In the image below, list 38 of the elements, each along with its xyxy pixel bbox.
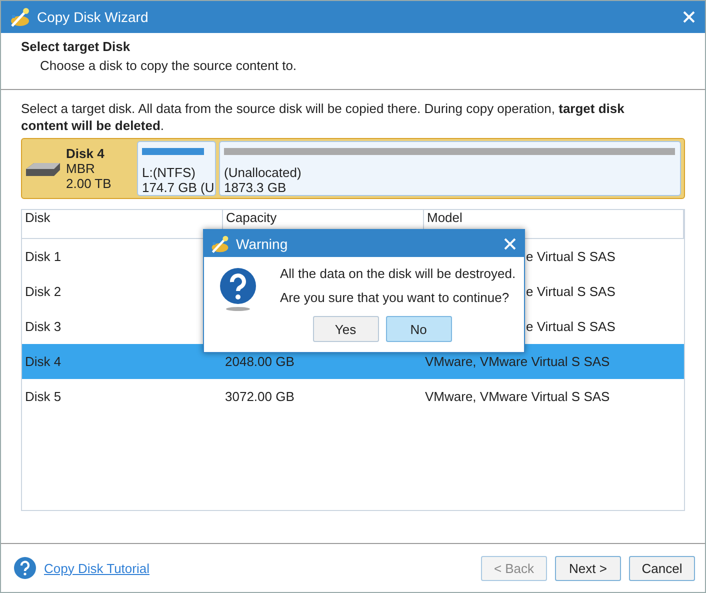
dialog-button[interactable]: Yes (312, 316, 378, 342)
wizard-button[interactable]: Next > (555, 556, 621, 580)
wand-icon (9, 6, 31, 28)
partition-block[interactable]: (Unallocated) 1873.3 GB (219, 141, 681, 196)
partition-bar (142, 148, 204, 155)
disk-size: 2.00 TB (66, 176, 112, 191)
table-cell-text: Disk 1 (24, 249, 62, 264)
step-subtitle: Choose a disk to copy the source content to. (40, 58, 298, 73)
tutorial-link[interactable]: Copy Disk Tutorial (44, 560, 150, 576)
instruction-text: Select a target disk. All data from the source disk will be copied there. During copy operation, target disk content will be deleted. (21, 100, 626, 134)
question-icon (218, 268, 258, 312)
partition-label: L:(NTFS) (142, 165, 196, 180)
table-row[interactable]: Disk 5 3072.00 GB VMware, VMware Virtual S SAS (22, 379, 684, 414)
partition-size: 1873.3 GB (224, 180, 288, 195)
dialog-message: All the data on the disk will be destroyed. (280, 266, 516, 281)
disk-name: Disk 4 (66, 146, 106, 161)
close-icon[interactable] (683, 11, 695, 23)
close-icon[interactable] (504, 238, 516, 250)
dialog-title: Warning (236, 236, 288, 252)
table-cell-text: Disk 4 (24, 354, 62, 369)
disk-type: MBR (66, 161, 96, 176)
table-cell-text: VMware, VMware Virtual S SAS (424, 389, 611, 404)
partition-block[interactable]: L:(NTFS) 174.7 GB (U (137, 141, 216, 196)
hard-drive-icon (26, 160, 60, 176)
help-icon[interactable] (14, 557, 36, 579)
disk-map-card[interactable]: Disk 4 MBR 2.00 TB L:(NTFS) 174.7 GB (U (Unallocated) 1873.3 GB (21, 138, 685, 199)
wizard-button[interactable]: Cancel (629, 556, 695, 580)
table-cell-text: 3072.00 GB (224, 389, 296, 404)
step-title: Select target Disk (21, 39, 132, 54)
table-cell-text: VMware, VMware Virtual S SAS (424, 354, 611, 369)
table-cell: e Virtual S SAS (526, 249, 616, 264)
table-cell-text: Disk 5 (24, 389, 62, 404)
dialog-button[interactable]: No (386, 316, 452, 342)
partition-label: (Unallocated) (224, 165, 302, 180)
wand-icon (210, 234, 230, 254)
dialog-message: Are you sure that you want to continue? (280, 290, 510, 305)
table-cell-text: 2048.00 GB (224, 354, 296, 369)
window-title: Copy Disk Wizard (37, 9, 150, 25)
